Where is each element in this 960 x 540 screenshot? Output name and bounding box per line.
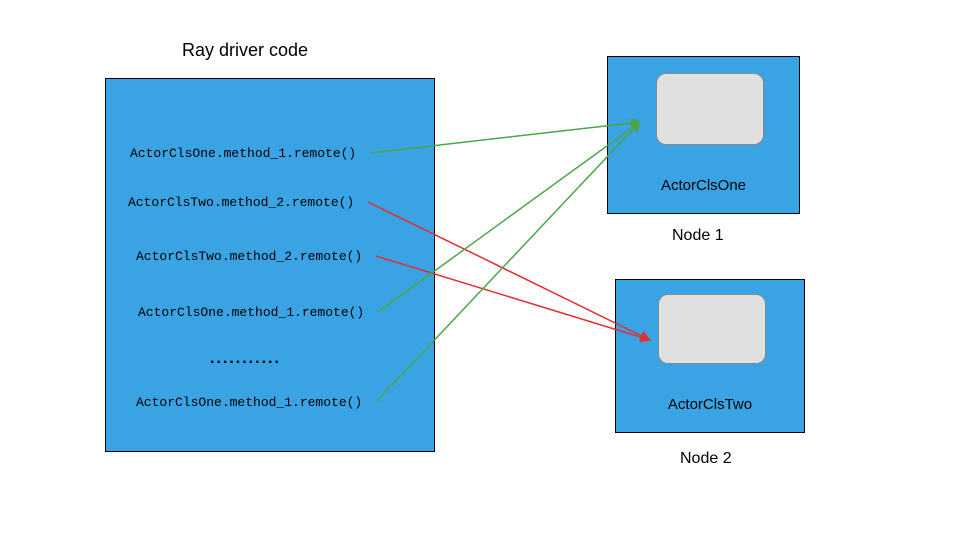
driver-line: ActorClsOne.method_1.remote()	[138, 305, 364, 320]
node2-label: ActorClsTwo	[616, 396, 804, 413]
driver-line: ActorClsOne.method_1.remote()	[136, 395, 362, 410]
ellipsis: ...........	[210, 350, 281, 368]
node2-box: ActorClsTwo	[615, 279, 805, 433]
node2-caption: Node 2	[680, 450, 732, 468]
node1-panel	[656, 73, 764, 145]
node1-box: ActorClsOne	[607, 56, 800, 214]
driver-line: ActorClsTwo.method_2.remote()	[136, 249, 362, 264]
diagram-title: Ray driver code	[182, 40, 308, 61]
node1-caption: Node 1	[672, 227, 724, 245]
node2-panel	[658, 294, 766, 364]
driver-line: ActorClsTwo.method_2.remote()	[128, 195, 354, 210]
node1-label: ActorClsOne	[608, 177, 799, 194]
driver-line: ActorClsOne.method_1.remote()	[130, 146, 356, 161]
